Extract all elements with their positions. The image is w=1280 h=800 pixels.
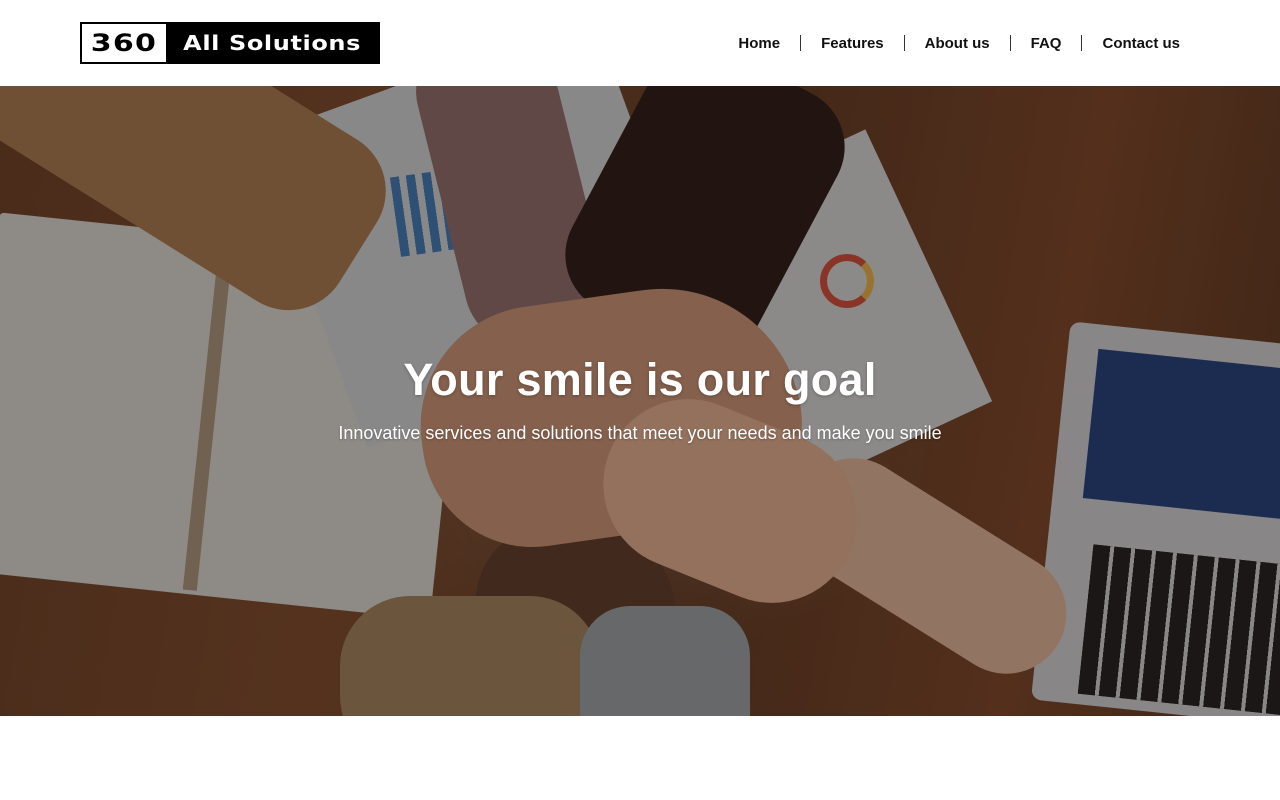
nav-contact-us[interactable]: Contact us [1102,35,1180,52]
nav-features[interactable]: Features [821,35,884,52]
hero-content: Your smile is our goal Innovative servic… [0,86,1280,716]
nav-about-us[interactable]: About us [925,35,990,52]
site-logo[interactable]: 360 All Solutions [80,22,380,64]
nav-home[interactable]: Home [738,35,780,52]
site-header: 360 All Solutions Home Features About us… [0,0,1280,86]
nav-divider [903,35,905,51]
logo-name-block: All Solutions [166,24,378,62]
logo-number: 360 [90,29,158,57]
nav-divider [1081,35,1083,51]
nav-divider [800,35,802,51]
hero-section: Your smile is our goal Innovative servic… [0,86,1280,716]
logo-name: All Solutions [183,31,361,55]
hero-title: Your smile is our goal [403,354,877,405]
main-nav: Home Features About us FAQ Contact us [738,0,1180,86]
nav-divider [1009,35,1011,51]
hero-subtitle: Innovative services and solutions that m… [338,423,942,443]
nav-faq[interactable]: FAQ [1031,35,1062,52]
content-area [0,716,1280,800]
